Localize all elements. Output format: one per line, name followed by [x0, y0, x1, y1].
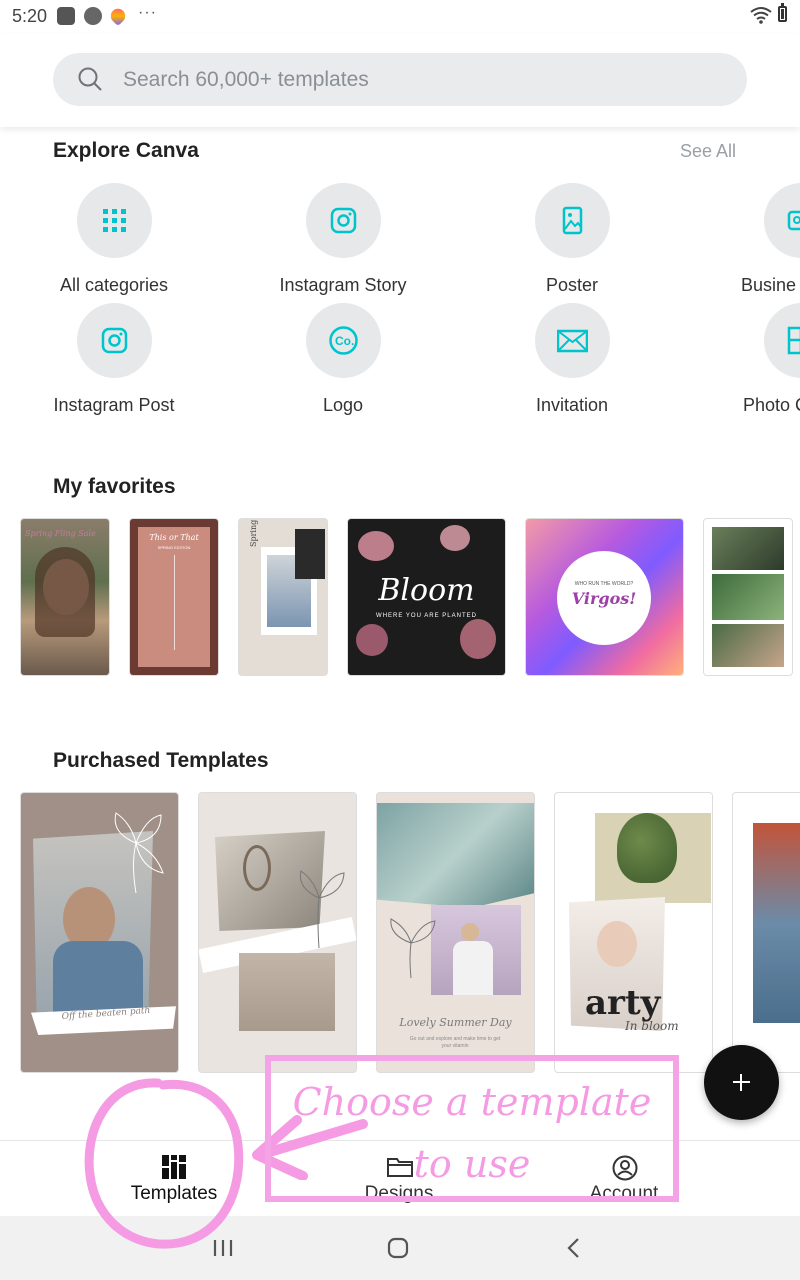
template-subtext: WHO RUN THE WORLD? — [574, 581, 634, 587]
purchased-template[interactable] — [733, 793, 800, 1072]
poster-icon — [562, 206, 582, 235]
app-notification-icon — [57, 7, 75, 25]
category-label: Logo — [322, 395, 364, 415]
category-label: Instagram Post — [53, 395, 175, 415]
annotation-box: Choose a template to use — [265, 1055, 679, 1202]
create-design-button[interactable] — [704, 1045, 779, 1120]
category-poster[interactable]: Poster — [497, 183, 647, 296]
template-subtext: SPRING EDITION — [157, 545, 191, 550]
header — [0, 34, 800, 127]
template-subtext: In bloom — [625, 1019, 679, 1033]
home-icon[interactable] — [387, 1237, 409, 1259]
search-input[interactable] — [121, 61, 725, 99]
search-bar[interactable] — [53, 53, 747, 106]
category-business[interactable]: Busine — [726, 183, 800, 296]
favorite-template[interactable]: WHO RUN THE WORLD? Virgos! — [526, 519, 683, 675]
purchased-section-title: Purchased Templates — [53, 749, 269, 772]
category-label: Busine — [741, 275, 797, 295]
annotation-text: Choose a template to use — [292, 1080, 652, 1186]
messenger-icon — [84, 7, 102, 25]
envelope-icon — [556, 329, 588, 353]
favorite-template[interactable]: Spring — [239, 519, 327, 675]
photo-collage-icon — [787, 326, 800, 355]
instagram-icon — [330, 207, 356, 234]
category-label: Photo C — [743, 395, 800, 415]
instagram-icon — [101, 327, 127, 354]
search-icon — [78, 67, 102, 91]
battery-icon — [778, 3, 787, 22]
status-bar: 5:20 ··· — [0, 0, 800, 34]
category-invitation[interactable]: Invitation — [497, 303, 647, 416]
portrait-image — [597, 921, 637, 967]
category-logo[interactable]: Co. Logo — [268, 303, 418, 416]
portrait-image — [461, 923, 479, 941]
category-label: Instagram Story — [279, 275, 407, 295]
favorite-template[interactable] — [704, 519, 792, 675]
template-text: Virgos! — [571, 589, 637, 608]
back-icon[interactable] — [566, 1237, 582, 1259]
category-label: All categories — [59, 275, 169, 295]
wifi-icon — [750, 7, 772, 24]
favorites-section-title: My favorites — [53, 475, 176, 498]
template-subtext: WHERE YOU ARE PLANTED — [376, 613, 477, 619]
purchased-template[interactable]: Off the beaten path — [21, 793, 178, 1072]
status-time: 5:20 — [12, 6, 48, 26]
flower-line-art — [114, 812, 164, 894]
template-text: Bloom — [378, 573, 475, 608]
template-text: This or That — [149, 533, 199, 542]
category-instagram-story[interactable]: Instagram Story — [268, 183, 418, 296]
plant-image — [617, 813, 677, 883]
template-text: arty — [585, 983, 661, 1023]
favorite-template[interactable]: Bloom WHERE YOU ARE PLANTED — [348, 519, 505, 675]
purchased-template[interactable] — [199, 793, 356, 1072]
business-icon — [787, 210, 800, 231]
category-label: Invitation — [535, 395, 609, 415]
favorite-template[interactable]: This or That SPRING EDITION — [130, 519, 218, 675]
heart-app-icon — [107, 5, 129, 27]
category-label: Poster — [545, 275, 599, 295]
category-photo-collage[interactable]: Photo C — [726, 303, 800, 416]
favorite-template[interactable]: Spring Fling Sale — [21, 519, 109, 675]
see-all-link[interactable]: See All — [680, 141, 736, 162]
category-instagram-post[interactable]: Instagram Post — [39, 303, 189, 416]
highlight-circle-annotation — [84, 1078, 244, 1249]
more-notifications-icon: ··· — [138, 4, 157, 21]
svg-text:Co.: Co. — [335, 334, 354, 348]
grid-icon — [102, 209, 126, 232]
purchased-template[interactable]: arty In bloom — [555, 793, 712, 1072]
template-subtext: Go out and explore and make time to get … — [409, 1036, 501, 1049]
hair-shape — [35, 547, 95, 637]
explore-section-title: Explore Canva — [53, 139, 199, 162]
template-text: Lovely Summer Day — [399, 1016, 512, 1029]
purchased-template[interactable]: Lovely Summer Day Go out and explore and… — [377, 793, 534, 1072]
logo-icon: Co. — [328, 326, 358, 355]
flower-line-art — [390, 918, 436, 979]
category-all-categories[interactable]: All categories — [39, 183, 189, 296]
flower-line-art — [299, 870, 345, 949]
template-text: Spring Fling Sale — [25, 529, 96, 538]
template-text: Spring — [249, 519, 258, 547]
